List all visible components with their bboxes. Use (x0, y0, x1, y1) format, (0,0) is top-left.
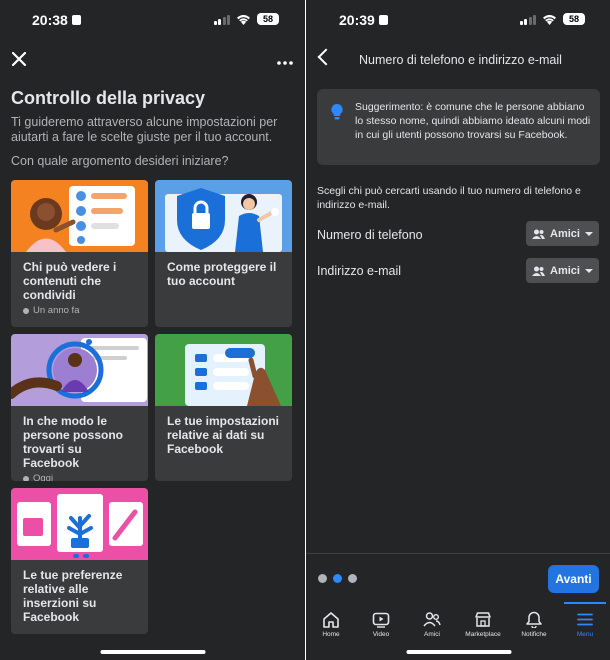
close-button[interactable] (11, 51, 30, 69)
tab-friends[interactable]: Amici (407, 602, 457, 646)
topic-question: Con quale argomento desideri iniziare? (11, 154, 229, 168)
card-ad-preferences[interactable]: Le tue preferenze relative alle inserzio… (11, 488, 148, 634)
home-indicator (100, 650, 205, 654)
who-can-see-illustration (11, 180, 148, 252)
back-button[interactable] (317, 48, 335, 66)
ad-preferences-illustration (11, 488, 148, 560)
cellular-signal-icon (213, 14, 230, 25)
protect-account-illustration (155, 180, 292, 252)
more-options-button[interactable] (277, 50, 293, 68)
marketplace-icon (475, 612, 491, 627)
wifi-icon (543, 14, 556, 25)
status-dot-icon (23, 475, 29, 481)
friends-icon (532, 229, 546, 239)
audience-label: Amici (550, 264, 580, 277)
lightbulb-icon (331, 104, 343, 120)
status-time: 20:39 (339, 12, 388, 28)
friends-icon (532, 266, 546, 276)
next-button[interactable]: Avanti (548, 565, 599, 593)
tab-home[interactable]: Home (306, 602, 356, 646)
find-you-illustration (11, 334, 148, 406)
intro-text: Ti guideremo attraverso alcune impostazi… (11, 115, 278, 144)
status-time: 20:38 (32, 12, 81, 28)
status-bar: 20:38 58 (0, 0, 305, 40)
card-label: Le tue impostazioni relative ai dati su … (167, 414, 280, 456)
card-meta: Oggi (11, 470, 148, 481)
wifi-icon (237, 14, 250, 25)
tab-menu[interactable]: Menu (560, 602, 610, 646)
tab-video[interactable]: Video (356, 602, 406, 646)
home-icon (323, 612, 339, 628)
email-audience-selector[interactable]: Amici (526, 258, 599, 283)
battery-indicator: 58 (563, 13, 585, 25)
close-icon (11, 51, 27, 67)
status-bar: 20:39 58 (306, 0, 610, 40)
focus-icon (71, 15, 81, 25)
chevron-down-icon (584, 268, 593, 273)
more-dots-icon (277, 61, 293, 65)
clock: 20:39 (339, 12, 375, 28)
step-dot (348, 574, 357, 583)
data-settings-illustration (155, 334, 292, 406)
choose-text: Scegli chi può cercarti usando il tuo nu… (317, 185, 581, 211)
card-who-can-see[interactable]: Chi può vedere i contenuti che condividi… (11, 180, 148, 327)
privacy-checkup-screen: 20:38 58 Controllo della privacy Ti guid… (0, 0, 305, 660)
card-protect-account[interactable]: Come proteggere il tuo account (155, 180, 292, 327)
footer-divider (306, 553, 610, 554)
audience-label: Amici (550, 227, 580, 240)
step-dot (318, 574, 327, 583)
chevron-down-icon (584, 231, 593, 236)
step-progress-dots (318, 574, 357, 583)
active-tab-indicator (564, 602, 606, 604)
card-label: In che modo le persone possono trovarti … (23, 414, 124, 470)
header-title: Numero di telefono e indirizzo e-mail (359, 53, 562, 67)
card-label: Come proteggere il tuo account (167, 260, 277, 288)
page-title: Controllo della privacy (11, 88, 206, 108)
tip-text: Suggerimento: è comune che le persone ab… (355, 101, 591, 141)
card-meta: Un anno fa (11, 302, 148, 316)
clock: 20:38 (32, 12, 68, 28)
card-label: Le tue preferenze relative alle inserzio… (23, 568, 123, 624)
tab-notifications[interactable]: Notifiche (509, 602, 559, 646)
card-how-people-find-you[interactable]: In che modo le persone possono trovarti … (11, 334, 148, 481)
cellular-signal-icon (519, 14, 536, 25)
bell-icon (526, 611, 542, 628)
card-label: Chi può vedere i contenuti che condividi (23, 260, 117, 302)
status-dot-icon (23, 307, 29, 314)
friends-icon (423, 612, 441, 627)
phone-audience-selector[interactable]: Amici (526, 221, 599, 246)
menu-icon (577, 613, 593, 626)
email-label: Indirizzo e-mail (317, 264, 402, 278)
tab-marketplace[interactable]: Marketplace (458, 602, 508, 646)
phone-number-label: Numero di telefono (317, 228, 423, 242)
phone-email-settings-screen: 20:39 58 Numero di telefono e indirizzo … (306, 0, 610, 660)
focus-icon (378, 15, 388, 25)
tip-box: Suggerimento: è comune che le persone ab… (317, 89, 600, 165)
video-icon (372, 612, 390, 628)
card-data-settings[interactable]: Le tue impostazioni relative ai dati su … (155, 334, 292, 481)
home-indicator (406, 650, 511, 654)
battery-indicator: 58 (257, 13, 279, 25)
step-dot-current (333, 574, 342, 583)
